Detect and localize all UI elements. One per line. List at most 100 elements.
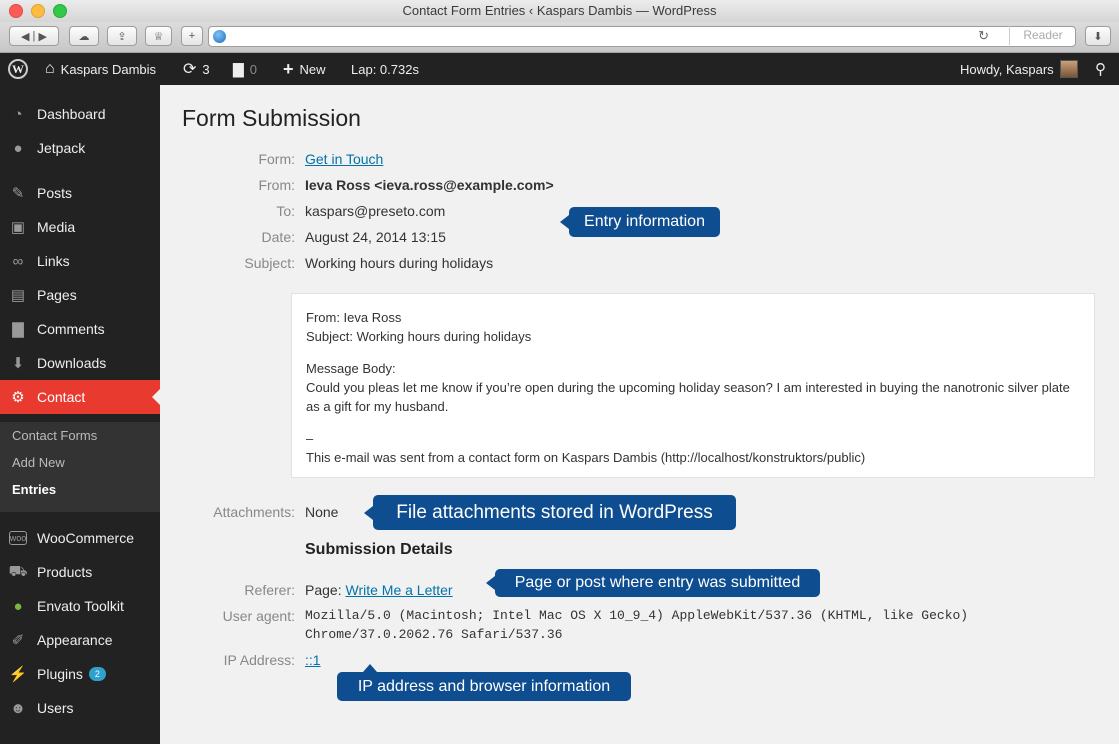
sidebar-item-appearance[interactable]: ✐ Appearance [0,623,160,657]
form-link[interactable]: Get in Touch [305,151,383,167]
reader-button[interactable]: Reader [1009,26,1076,45]
new-content-link[interactable]: + New [283,53,326,85]
updates-link[interactable]: ⟳ 3 [183,53,210,85]
wordpress-logo-icon: W [8,59,28,79]
share-button[interactable]: ⇪ [107,26,137,46]
sidebar-item-label: Posts [37,185,73,201]
share-icon: ⇪ [117,30,127,43]
callout-page-or-post: Page or post where entry was submitted [486,569,820,597]
top-sites-button[interactable]: ♕ [145,26,172,46]
wp-logo-button[interactable]: W [8,53,28,85]
sidebar-item-label: Media [37,219,76,235]
howdy-text: Howdy, Kaspars [960,61,1054,77]
sidebar-item-media[interactable]: ▣ Media [0,210,160,244]
sidebar-item-label: Plugins [37,666,83,682]
sidebar-item-contact[interactable]: ⚙ Contact [0,380,160,414]
sidebar-item-products[interactable]: ⛟ Products [0,555,160,589]
browser-toolbar: ◀ | ▶ ☁ ⇪ ♕ + ↻ Reader ⬇ [0,22,1119,53]
brush-icon: ✐ [11,632,25,649]
reload-icon[interactable]: ↻ [978,28,989,44]
downloads-button[interactable]: ⬇ [1085,26,1111,46]
site-name: Kaspars Dambis [60,61,157,77]
back-icon[interactable]: ◀ [21,30,29,43]
to-label: To: [276,203,295,219]
sidebar-item-dashboard[interactable]: ◔ Dashboard [0,97,160,131]
sidebar-item-label: Contact [37,389,86,405]
ip-link[interactable]: ::1 [305,652,321,668]
message-body-heading: Message Body: [306,361,396,376]
woo-icon: woo [9,531,27,545]
sidebar-item-users[interactable]: ☻ Users [0,691,160,725]
lap-text: Lap: 0.732s [351,61,419,77]
sidebar-item-label: Comments [37,321,105,337]
sidebar-item-label: Envato Toolkit [37,598,124,614]
globe-icon [213,30,226,43]
subject-label: Subject: [244,255,295,271]
sidebar-item-pages[interactable]: ▤ Pages [0,278,160,312]
sidebar-item-label: Dashboard [37,106,106,122]
download-icon: ⬇ [11,355,25,372]
submenu-contact-forms[interactable]: Contact Forms [12,428,97,443]
message-from-line: From: Ieva Ross [306,310,402,325]
sidebar-item-downloads[interactable]: ⬇ Downloads [0,346,160,380]
sidebar-item-woocommerce[interactable]: woo WooCommerce [0,521,160,555]
updates-count: 3 [202,61,210,77]
new-label: New [299,61,326,77]
subject-value: Working hours during holidays [305,255,494,271]
comment-icon: ▇ [12,321,24,338]
referer-value: Page: Write Me a Letter [305,582,453,598]
pages-icon: ▤ [10,287,26,304]
sidebar-item-links[interactable]: ∞ Links [0,244,160,278]
search-icon: ⚲ [1095,61,1106,78]
submenu-entries[interactable]: Entries [12,482,56,497]
sidebar-item-label: Jetpack [37,140,86,156]
message-subject-line: Subject: Working hours during holidays [306,329,532,344]
site-name-link[interactable]: ⌂ Kaspars Dambis [45,53,156,85]
back-forward-buttons[interactable]: ◀ | ▶ [9,26,59,46]
close-window-button[interactable] [9,4,23,18]
jetpack-icon: ● [13,139,23,157]
date-label: Date: [261,229,295,245]
plus-icon: + [188,30,196,42]
plugins-update-badge: 2 [88,667,106,681]
sidebar-item-plugins[interactable]: ⚡ Plugins 2 [0,657,160,691]
sidebar-item-label: Appearance [37,632,113,648]
media-icon: ▣ [10,219,26,236]
sidebar-item-jetpack[interactable]: ● Jetpack [0,131,160,165]
sidebar-item-label: Links [37,253,70,269]
cloud-icon: ☁ [78,30,90,43]
minimize-window-button[interactable] [31,4,45,18]
plug-icon: ⚡ [8,666,28,683]
referer-link[interactable]: Write Me a Letter [345,582,452,598]
dashboard-icon: ◔ [13,105,23,123]
admin-sidebar: ◔ Dashboard ● Jetpack ✎ Posts ▣ Media ∞ Links… [0,85,160,744]
useragent-label: User agent: [222,608,295,624]
search-button[interactable]: ⚲ [1095,53,1106,85]
useragent-line-2: Chrome/37.0.2062.76 Safari/537.36 [305,627,563,642]
forward-icon[interactable]: ▶ [38,30,46,43]
sidebar-item-comments[interactable]: ▇ Comments [0,312,160,346]
sidebar-item-label: Downloads [37,355,107,371]
comments-link[interactable]: ▇ 0 [233,53,257,85]
sidebar-item-label: Pages [37,287,77,303]
message-separator: – [306,431,314,446]
sidebar-item-label: Products [37,564,93,580]
submission-details-heading: Submission Details [305,541,453,558]
sidebar-item-label: WooCommerce [37,530,134,546]
address-bar[interactable]: ↻ [208,26,1076,47]
gear-icon: ⚙ [11,389,25,406]
date-value: August 24, 2014 13:15 [305,229,446,245]
main-content: Form Submission Form: Get in Touch From:… [160,85,1119,744]
submenu-add-new[interactable]: Add New [12,455,65,470]
link-icon: ∞ [12,252,24,270]
window-controls [9,4,67,18]
sidebar-item-posts[interactable]: ✎ Posts [0,176,160,210]
sidebar-item-envato-toolkit[interactable]: ● Envato Toolkit [0,589,160,623]
my-account-link[interactable]: Howdy, Kaspars [960,53,1078,85]
new-tab-button[interactable]: + [181,26,203,46]
lap-timer: Lap: 0.732s [351,53,419,85]
zoom-window-button[interactable] [53,4,67,18]
icloud-tabs-button[interactable]: ☁ [69,26,99,46]
download-arrow-icon: ⬇ [1093,30,1103,43]
attachments-label: Attachments: [213,504,295,520]
